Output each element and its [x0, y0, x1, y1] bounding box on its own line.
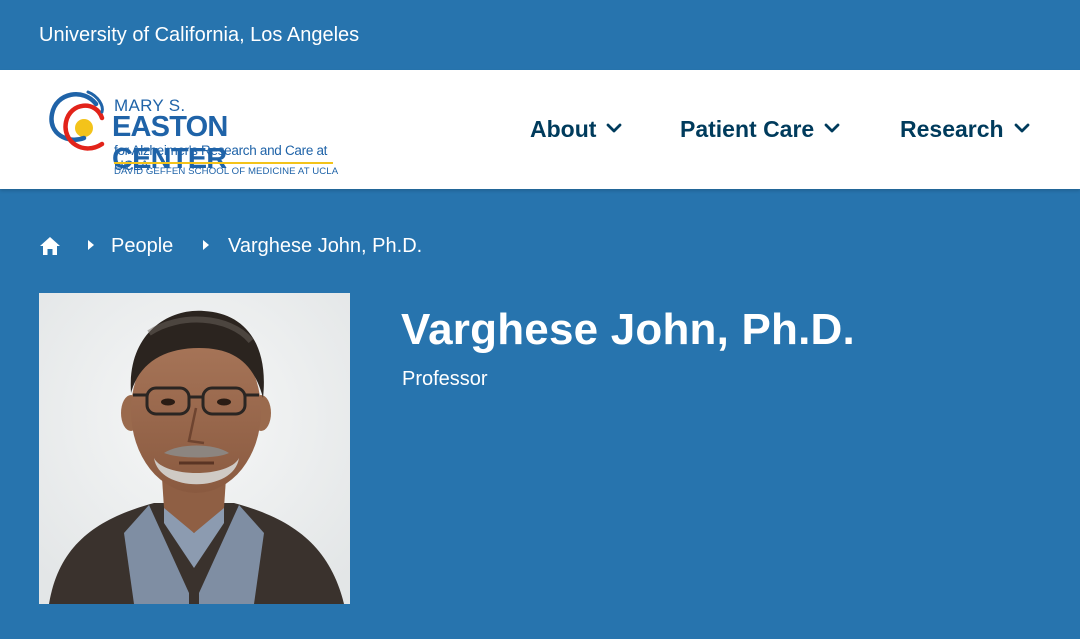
site-header: MARY S. EASTON CENTER for Alzheimer's Re…: [0, 70, 1080, 189]
chevron-down-icon: [1014, 124, 1029, 133]
caret-right-icon: [88, 240, 94, 250]
top-bar: University of California, Los Angeles: [0, 0, 1080, 70]
easton-center-logo[interactable]: MARY S. EASTON CENTER for Alzheimer's Re…: [44, 82, 344, 180]
nav-patient-care[interactable]: Patient Care: [680, 116, 840, 142]
breadcrumb-people-link[interactable]: People: [111, 235, 173, 258]
home-icon[interactable]: [39, 236, 61, 256]
nav-about-label: About: [530, 116, 597, 142]
logo-divider: [114, 162, 333, 164]
logo-line-school: DAVID GEFFEN SCHOOL OF MEDICINE AT UCLA: [114, 166, 339, 177]
profile-title: Professor: [402, 368, 488, 390]
logo-mark-icon: [49, 90, 105, 151]
chevron-down-icon: [824, 124, 840, 133]
nav-patient-care-label: Patient Care: [680, 116, 815, 142]
nav-research-label: Research: [900, 116, 1004, 142]
caret-right-icon: [203, 240, 209, 250]
chevron-down-icon: [607, 124, 622, 133]
profile-photo: [39, 293, 350, 604]
nav-about[interactable]: About: [530, 116, 622, 142]
portrait-image: [39, 293, 350, 604]
breadcrumb-current: Varghese John, Ph.D.: [228, 235, 423, 257]
nav-research[interactable]: Research: [900, 116, 1030, 142]
profile-name: Varghese John, Ph.D.: [401, 305, 855, 354]
university-link[interactable]: University of California, Los Angeles: [39, 22, 359, 48]
